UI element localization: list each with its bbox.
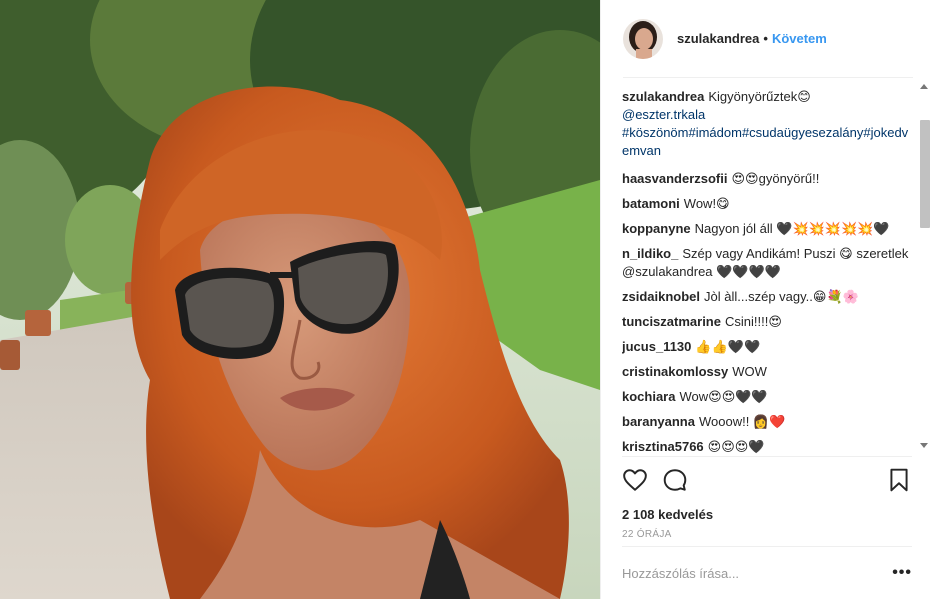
avatar[interactable] bbox=[623, 18, 663, 59]
comment-item: kochiara Wow😍😍🖤🖤 bbox=[622, 388, 912, 406]
post-header: szulakandrea • Követem bbox=[601, 0, 936, 78]
comment-input[interactable] bbox=[622, 565, 862, 581]
comment-item: zsidaiknobel Jòl àll...szép vagy..😁💐🌸 bbox=[622, 288, 912, 306]
scroll-down-arrow-icon[interactable] bbox=[920, 443, 928, 448]
comment-text: Wow!😋 bbox=[683, 196, 730, 211]
comment-item: tunciszatmarine Csini!!!!😍 bbox=[622, 313, 912, 331]
comment-username[interactable]: n_ildiko_ bbox=[622, 246, 678, 261]
caption: szulakandrea Kigyönyörűztek😊 @eszter.trka… bbox=[622, 88, 912, 160]
comment-item: jucus_1130 👍👍🖤🖤 bbox=[622, 338, 912, 356]
follow-button[interactable]: Követem bbox=[772, 31, 827, 46]
comment-text: 😍😍😍🖤 bbox=[707, 439, 765, 454]
instagram-post: szulakandrea • Követem szulakandrea Kigyö… bbox=[0, 0, 936, 599]
comment-username[interactable]: zsidaiknobel bbox=[622, 289, 700, 304]
comment-text: Wooow!! 👩‍❤️ bbox=[698, 414, 786, 429]
heart-icon[interactable] bbox=[622, 467, 648, 493]
comment-username[interactable]: kochiara bbox=[622, 389, 675, 404]
post-actions: 2 108 kedvelés 22 ÓRÁJA bbox=[622, 456, 912, 549]
separator-dot: • bbox=[763, 31, 768, 46]
comment-text: 😍😍gyönyörű!! bbox=[731, 171, 820, 186]
comment-icon[interactable] bbox=[662, 467, 688, 493]
caption-mention[interactable]: @eszter.trkala bbox=[622, 107, 705, 122]
post-photo[interactable] bbox=[0, 0, 600, 599]
comment-text: WOW bbox=[732, 364, 767, 379]
comment-text: Jòl àll...szép vagy..😁💐🌸 bbox=[704, 289, 859, 304]
comment-text: Nagyon jól áll 🖤💥💥💥💥💥🖤 bbox=[694, 221, 890, 236]
selfie-image bbox=[0, 0, 600, 599]
comment-username[interactable]: jucus_1130 bbox=[622, 339, 691, 354]
caption-text: Kigyönyörűztek😊 bbox=[708, 89, 811, 104]
bookmark-icon[interactable] bbox=[886, 467, 912, 493]
comment-username[interactable]: cristinakomlossy bbox=[622, 364, 728, 379]
comment-text: Csini!!!!😍 bbox=[724, 314, 782, 329]
action-icons bbox=[622, 457, 912, 505]
scroll-thumb[interactable] bbox=[920, 120, 930, 228]
comment-username[interactable]: tunciszatmarine bbox=[622, 314, 721, 329]
comment-item: koppanyne Nagyon jól áll 🖤💥💥💥💥💥🖤 bbox=[622, 220, 912, 238]
add-comment-bar: ••• bbox=[622, 546, 912, 599]
caption-username[interactable]: szulakandrea bbox=[622, 89, 704, 104]
comment-username[interactable]: krisztina5766 bbox=[622, 439, 704, 454]
comment-item: baranyanna Wooow!! 👩‍❤️ bbox=[622, 413, 912, 431]
comment-item: batamoni Wow!😋 bbox=[622, 195, 912, 213]
header-username[interactable]: szulakandrea bbox=[677, 31, 759, 46]
comment-username[interactable]: baranyanna bbox=[622, 414, 695, 429]
comment-username[interactable]: koppanyne bbox=[622, 221, 691, 236]
comment-item: cristinakomlossy WOW bbox=[622, 363, 912, 381]
comment-text: Wow😍😍🖤🖤 bbox=[679, 389, 768, 404]
comment-text: 👍👍🖤🖤 bbox=[695, 339, 761, 354]
comment-username[interactable]: batamoni bbox=[622, 196, 680, 211]
comments-scrollbar[interactable] bbox=[916, 78, 934, 455]
more-options-icon[interactable]: ••• bbox=[892, 564, 912, 582]
comment-item: haasvanderzsofii 😍😍gyönyörű!! bbox=[622, 170, 912, 188]
comment-item: krisztina5766 😍😍😍🖤 bbox=[622, 438, 912, 456]
comment-username[interactable]: haasvanderzsofii bbox=[622, 171, 728, 186]
caption-hashtags[interactable]: #köszönöm#imádom#csudaügyesezalány#joked… bbox=[622, 125, 908, 158]
comment-item: n_ildiko_ Szép vagy Andikám! Puszi 😋 szer… bbox=[622, 245, 912, 281]
comments-list[interactable]: szulakandrea Kigyönyörűztek😊 @eszter.trka… bbox=[622, 86, 912, 456]
likes-count[interactable]: 2 108 kedvelés bbox=[622, 505, 912, 527]
scroll-up-arrow-icon[interactable] bbox=[920, 84, 928, 89]
